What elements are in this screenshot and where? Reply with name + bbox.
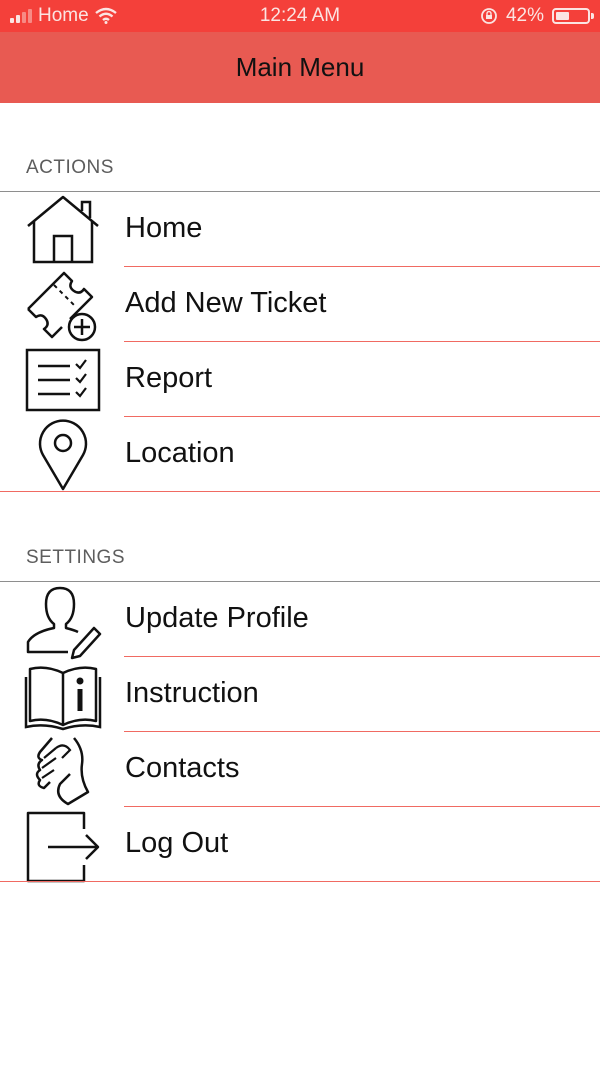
menu-item-label: Log Out <box>125 827 229 859</box>
menu-item-report[interactable]: Report <box>0 342 600 417</box>
logout-icon <box>26 811 100 883</box>
menu-item-label: Location <box>125 437 235 469</box>
user-edit-icon <box>26 586 102 660</box>
menu-item-label: Home <box>125 212 203 244</box>
nav-bar: Main Menu <box>0 32 600 103</box>
page-title: Main Menu <box>235 52 365 82</box>
map-pin-icon <box>38 419 88 491</box>
menu-item-label: Add New Ticket <box>125 287 327 319</box>
checklist-icon <box>25 348 101 412</box>
handshake-icon <box>35 737 90 806</box>
menu-item-label: Report <box>125 362 213 394</box>
ticket-add-icon <box>27 271 97 342</box>
menu-item-log-out[interactable]: Log Out <box>0 807 600 883</box>
orientation-lock-icon <box>481 8 497 24</box>
battery-icon <box>552 8 594 24</box>
menu-item-add-new-ticket[interactable]: Add New Ticket <box>0 267 600 342</box>
section-bottom-divider <box>0 491 600 492</box>
menu-item-label: Instruction <box>125 677 259 709</box>
section-header-actions: ACTIONS <box>26 157 114 178</box>
section-bottom-divider <box>0 881 600 882</box>
book-info-icon <box>24 666 102 731</box>
menu-item-label: Contacts <box>125 752 240 784</box>
menu-item-update-profile[interactable]: Update Profile <box>0 582 600 660</box>
menu-item-location[interactable]: Location <box>0 417 600 492</box>
menu-item-instruction[interactable]: Instruction <box>0 657 600 732</box>
house-icon <box>27 195 99 264</box>
menu-item-home[interactable]: Home <box>0 192 600 267</box>
menu-item-label: Update Profile <box>125 602 309 634</box>
section-header-settings: SETTINGS <box>26 547 126 568</box>
status-bar: Home 12:24 AM 42% <box>0 0 600 32</box>
battery-percent: 42% <box>505 5 544 26</box>
menu-item-contacts[interactable]: Contacts <box>0 732 600 807</box>
status-right: 42% <box>480 5 594 27</box>
